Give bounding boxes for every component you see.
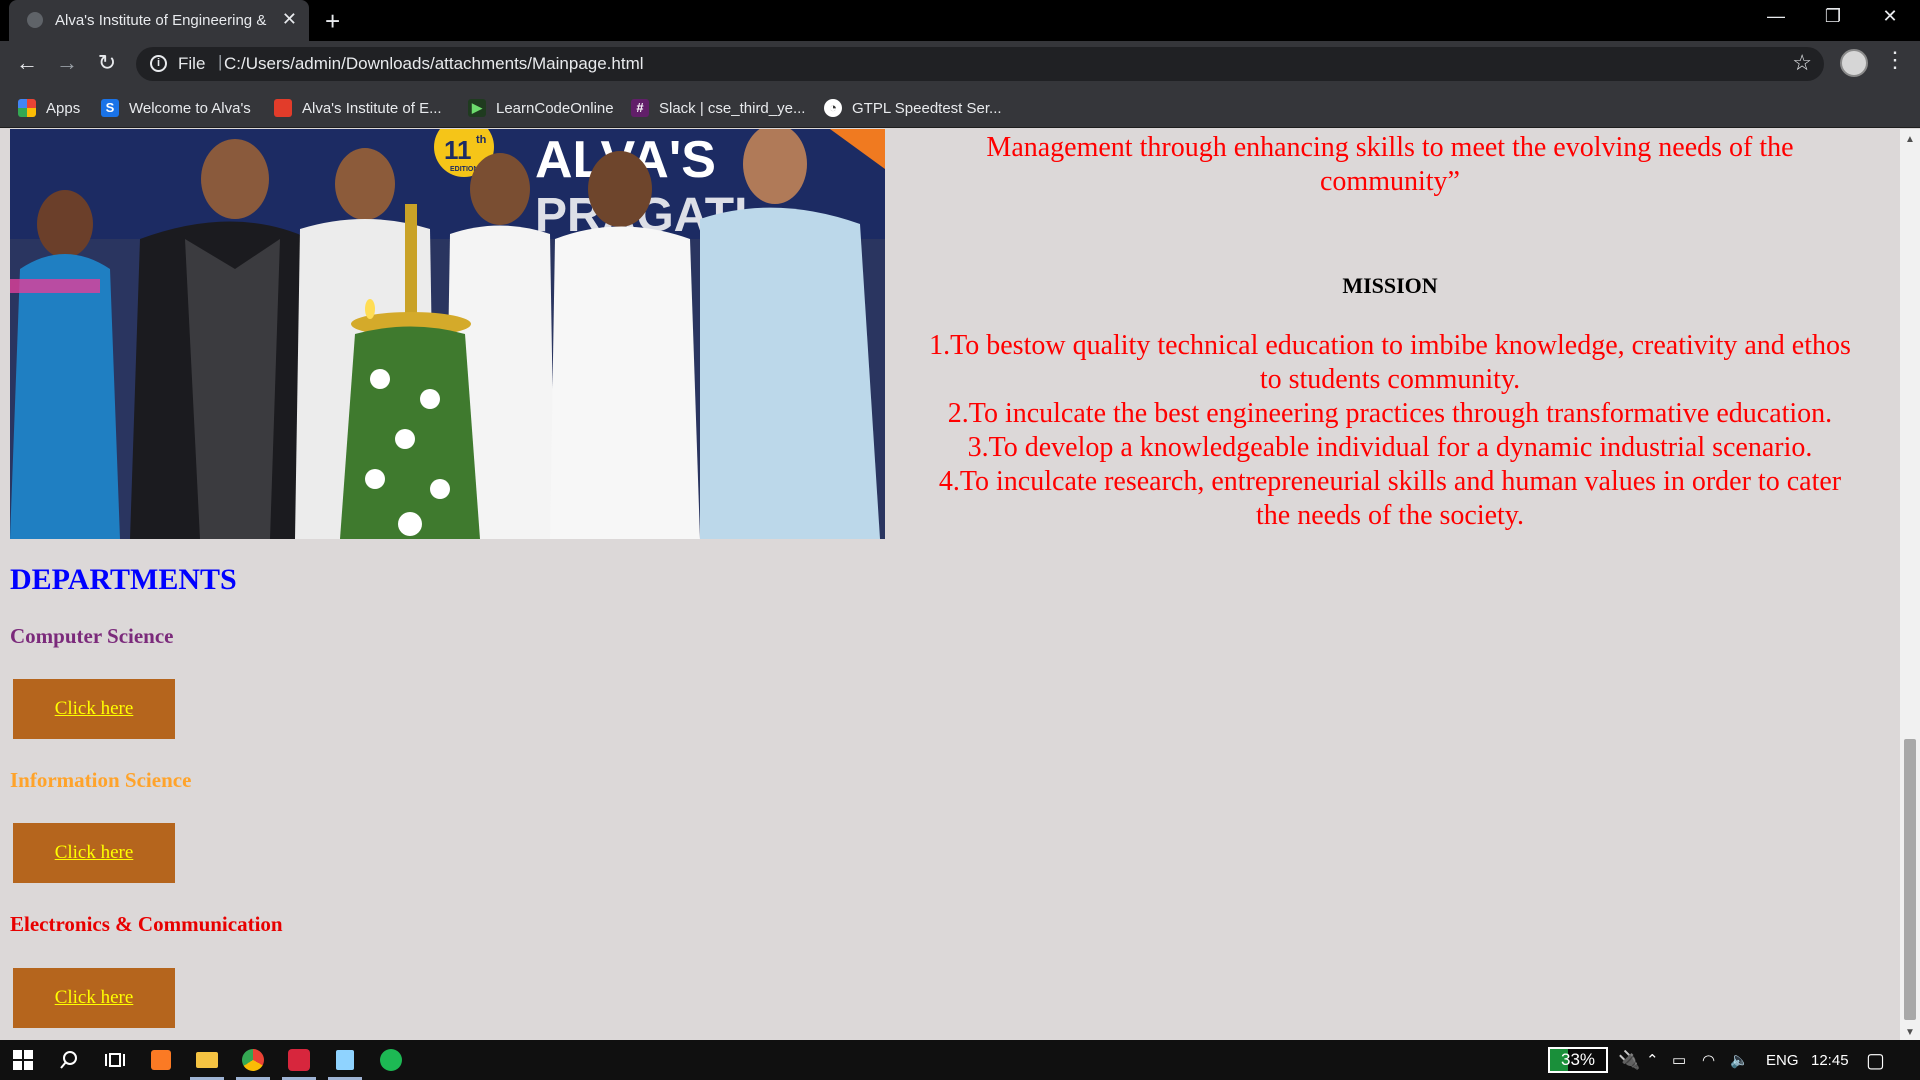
windows-taskbar: 33% 🔌 ⌃ ▭ ◠ 🔈 ENG 12:45 ▢ bbox=[0, 1040, 1920, 1080]
mission-line: 2.To inculcate the best engineering prac… bbox=[947, 398, 1833, 429]
mission-line: 3.To develop a knowledgeable individual … bbox=[967, 432, 1813, 463]
bookmark-learncodeonline[interactable]: ▶ LearnCodeOnline bbox=[468, 88, 614, 128]
reload-button[interactable]: ↻ bbox=[92, 50, 122, 76]
url-text[interactable]: C:/Users/admin/Downloads/attachments/Mai… bbox=[224, 54, 644, 74]
bookmark-apps[interactable]: Apps bbox=[18, 88, 80, 128]
vision-statement: Management through enhancing skills to m… bbox=[890, 131, 1890, 199]
scroll-down-icon[interactable]: ▼ bbox=[1905, 1027, 1915, 1038]
spotify-icon[interactable] bbox=[368, 1040, 414, 1080]
bookmark-alvas[interactable]: Alva's Institute of E... bbox=[274, 88, 442, 128]
vision-line: community” bbox=[1320, 166, 1460, 197]
bookmark-label: Slack | cse_third_ye... bbox=[659, 99, 806, 117]
cs-click-here-button[interactable]: Click here bbox=[13, 679, 175, 739]
apps-grid-icon bbox=[18, 99, 36, 117]
mission-line: 1.To bestow quality technical education … bbox=[929, 330, 1851, 361]
bookmark-label: LearnCodeOnline bbox=[496, 99, 614, 117]
minimize-button[interactable]: — bbox=[1756, 6, 1796, 27]
page-content: 11 th EDITION ALVA'S PRAGATI bbox=[0, 129, 1900, 1040]
bookmark-label: Alva's Institute of E... bbox=[302, 99, 442, 117]
clock[interactable]: 12:45 bbox=[1811, 1040, 1849, 1080]
notifications-icon[interactable]: ▢ bbox=[1866, 1040, 1885, 1080]
task-view-icon[interactable] bbox=[92, 1040, 138, 1080]
bookmark-welcome[interactable]: S Welcome to Alva's bbox=[101, 88, 251, 128]
whatsapp-icon[interactable] bbox=[276, 1040, 322, 1080]
bookmark-gtpl[interactable]: ◔ GTPL Speedtest Ser... bbox=[824, 88, 1002, 128]
mission-statement: 1.To bestow quality technical education … bbox=[890, 329, 1890, 533]
page-scrollbar[interactable]: ▲ ▼ bbox=[1900, 129, 1920, 1040]
mission-line: to students community. bbox=[1259, 364, 1521, 395]
mission-heading: MISSION bbox=[1342, 273, 1438, 298]
departments-heading: DEPARTMENTS bbox=[10, 563, 237, 596]
window-close-button[interactable]: ✕ bbox=[1870, 6, 1910, 27]
wifi-icon[interactable]: ◠ bbox=[1702, 1040, 1715, 1080]
chevron-up-icon[interactable]: ⌃ bbox=[1646, 1040, 1659, 1080]
play-icon: ▶ bbox=[468, 99, 486, 117]
alvas-icon bbox=[274, 99, 292, 117]
department-name-cs: Computer Science bbox=[10, 624, 174, 648]
browser-menu-icon[interactable]: ⋮ bbox=[1884, 47, 1906, 73]
language-indicator[interactable]: ENG bbox=[1766, 1040, 1799, 1080]
windows-start-icon[interactable] bbox=[0, 1040, 46, 1080]
tab-close-icon[interactable]: ✕ bbox=[282, 9, 297, 30]
tab-active[interactable]: Alva's Institute of Engineering & ✕ bbox=[9, 0, 309, 41]
s-icon: S bbox=[101, 99, 119, 117]
bookmark-slack[interactable]: # Slack | cse_third_ye... bbox=[631, 88, 805, 128]
forward-button[interactable]: → bbox=[52, 50, 82, 76]
department-name-is: Information Science bbox=[10, 768, 192, 792]
scroll-up-icon[interactable]: ▲ bbox=[1905, 134, 1915, 145]
mission-line: the needs of the society. bbox=[1256, 500, 1524, 531]
xampp-icon[interactable] bbox=[138, 1040, 184, 1080]
mission-line: 4.To inculcate research, entrepreneurial… bbox=[938, 466, 1842, 497]
battery-percent: 33% bbox=[1560, 1050, 1596, 1069]
notepad-icon[interactable] bbox=[322, 1040, 368, 1080]
address-bar[interactable]: i File | C:/Users/admin/Downloads/attach… bbox=[136, 47, 1824, 81]
globe-icon bbox=[27, 12, 43, 28]
is-click-here-button[interactable]: Click here bbox=[13, 823, 175, 883]
event-photo: 11 th EDITION ALVA'S PRAGATI bbox=[10, 129, 885, 539]
department-name-ec: Electronics & Communication bbox=[10, 912, 283, 936]
url-separator: | bbox=[218, 52, 223, 71]
scroll-thumb[interactable] bbox=[1904, 739, 1916, 1020]
speedtest-icon: ◔ bbox=[824, 99, 842, 117]
file-explorer-icon[interactable] bbox=[184, 1040, 230, 1080]
profile-avatar[interactable] bbox=[1840, 49, 1868, 77]
ec-click-here-button[interactable]: Click here bbox=[13, 968, 175, 1028]
new-tab-button[interactable]: + bbox=[325, 6, 340, 37]
battery-indicator[interactable]: 33% bbox=[1548, 1047, 1608, 1073]
volume-icon[interactable]: 🔈 bbox=[1730, 1040, 1749, 1080]
slack-icon: # bbox=[631, 99, 649, 117]
tab-title: Alva's Institute of Engineering & bbox=[55, 12, 267, 29]
back-button[interactable]: ← bbox=[12, 50, 42, 76]
power-plug-icon[interactable]: 🔌 bbox=[1618, 1040, 1640, 1080]
restore-button[interactable]: ❐ bbox=[1813, 6, 1853, 27]
search-icon[interactable] bbox=[46, 1040, 92, 1080]
badge-number: 11 bbox=[444, 135, 472, 165]
bookmark-star-icon[interactable]: ☆ bbox=[1792, 50, 1812, 76]
browser-toolbar: ← → ↻ i File | C:/Users/admin/Downloads/… bbox=[0, 41, 1920, 88]
info-icon[interactable]: i bbox=[150, 55, 167, 72]
chrome-icon[interactable] bbox=[230, 1040, 276, 1080]
url-scheme: File bbox=[178, 54, 206, 73]
bookmarks-bar: Apps S Welcome to Alva's Alva's Institut… bbox=[0, 88, 1920, 128]
bookmark-label: GTPL Speedtest Ser... bbox=[852, 99, 1002, 117]
battery-tray-icon[interactable]: ▭ bbox=[1672, 1040, 1686, 1080]
tab-strip: Alva's Institute of Engineering & ✕ + — … bbox=[0, 0, 1920, 41]
bookmark-label: Apps bbox=[46, 99, 81, 117]
badge-suffix: th bbox=[476, 134, 487, 146]
vision-line: Management through enhancing skills to m… bbox=[986, 132, 1794, 163]
bookmark-label: Welcome to Alva's bbox=[129, 99, 251, 117]
